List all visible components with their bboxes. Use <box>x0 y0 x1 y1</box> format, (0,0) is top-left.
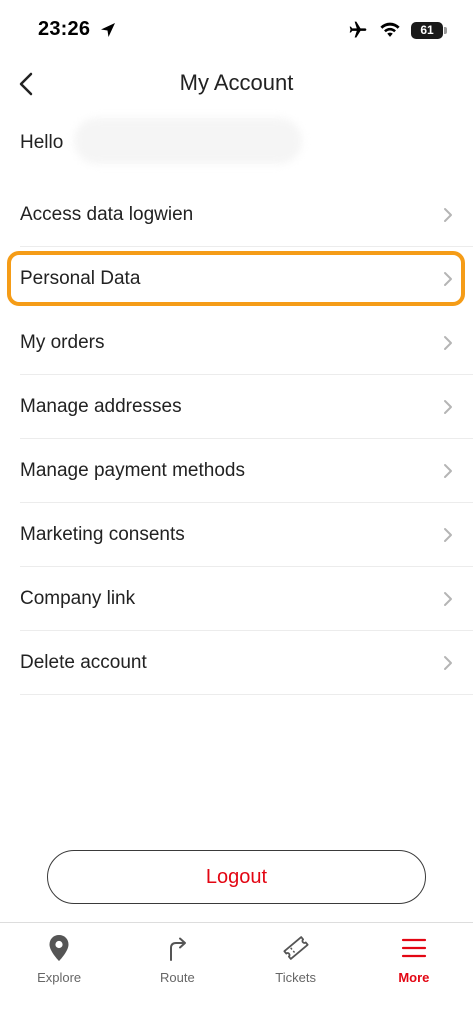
logout-button[interactable]: Logout <box>47 850 426 904</box>
tab-label: More <box>398 970 430 985</box>
status-bar: 23:26 61 <box>0 0 473 58</box>
ticket-icon <box>281 933 311 963</box>
menu-icon <box>399 933 429 963</box>
bottom-tab-bar: Explore Route Tickets More <box>0 922 473 1024</box>
status-time: 23:26 <box>38 18 91 40</box>
tab-route[interactable]: Route <box>118 923 236 1024</box>
map-pin-icon <box>44 933 74 963</box>
chevron-right-icon <box>444 400 452 414</box>
menu-item-personal-data[interactable]: Personal Data <box>0 247 473 311</box>
menu-item-label: Company link <box>20 588 136 609</box>
tab-label: Explore <box>37 970 82 985</box>
chevron-right-icon <box>444 528 452 542</box>
greeting-text: Hello <box>20 132 64 153</box>
menu-item-label: Delete account <box>20 652 147 673</box>
logout-label: Logout <box>205 865 268 888</box>
menu-item-label: Manage payment methods <box>20 460 245 481</box>
battery-indicator: 61 <box>411 21 447 39</box>
chevron-right-icon <box>444 464 452 478</box>
page-title: My Account <box>179 70 294 95</box>
chevron-right-icon <box>444 592 452 606</box>
tab-label: Route <box>160 970 195 985</box>
wifi-icon <box>380 22 400 37</box>
menu-item-company-link[interactable]: Company link <box>0 567 473 631</box>
chevron-right-icon <box>444 336 452 350</box>
tab-explore[interactable]: Explore <box>0 923 118 1024</box>
chevron-right-icon <box>444 208 452 222</box>
menu-item-access-data[interactable]: Access data logwien <box>0 183 473 247</box>
menu-item-label: My orders <box>20 332 105 353</box>
battery-level: 61 <box>420 23 434 37</box>
menu-item-delete-account[interactable]: Delete account <box>0 631 473 695</box>
redacted-name <box>74 118 302 164</box>
menu-item-label: Manage addresses <box>20 396 182 417</box>
menu-item-my-orders[interactable]: My orders <box>0 311 473 375</box>
tab-tickets[interactable]: Tickets <box>237 923 355 1024</box>
menu-item-marketing-consents[interactable]: Marketing consents <box>0 503 473 567</box>
menu-item-label: Marketing consents <box>20 524 185 545</box>
menu-item-label: Personal Data <box>20 268 141 289</box>
tab-more[interactable]: More <box>355 923 473 1024</box>
airplane-mode-icon <box>349 21 367 38</box>
route-arrow-icon <box>162 933 192 963</box>
menu-item-manage-addresses[interactable]: Manage addresses <box>0 375 473 439</box>
status-indicators: 61 <box>347 20 447 40</box>
tab-label: Tickets <box>275 970 316 985</box>
chevron-right-icon <box>444 272 452 286</box>
menu-item-payment-methods[interactable]: Manage payment methods <box>0 439 473 503</box>
location-arrow-icon <box>101 23 115 37</box>
account-menu-list: Access data logwien Personal Data My ord… <box>0 183 473 695</box>
chevron-right-icon <box>444 656 452 670</box>
navigation-header: My Account <box>0 58 473 110</box>
menu-item-label: Access data logwien <box>20 204 194 225</box>
